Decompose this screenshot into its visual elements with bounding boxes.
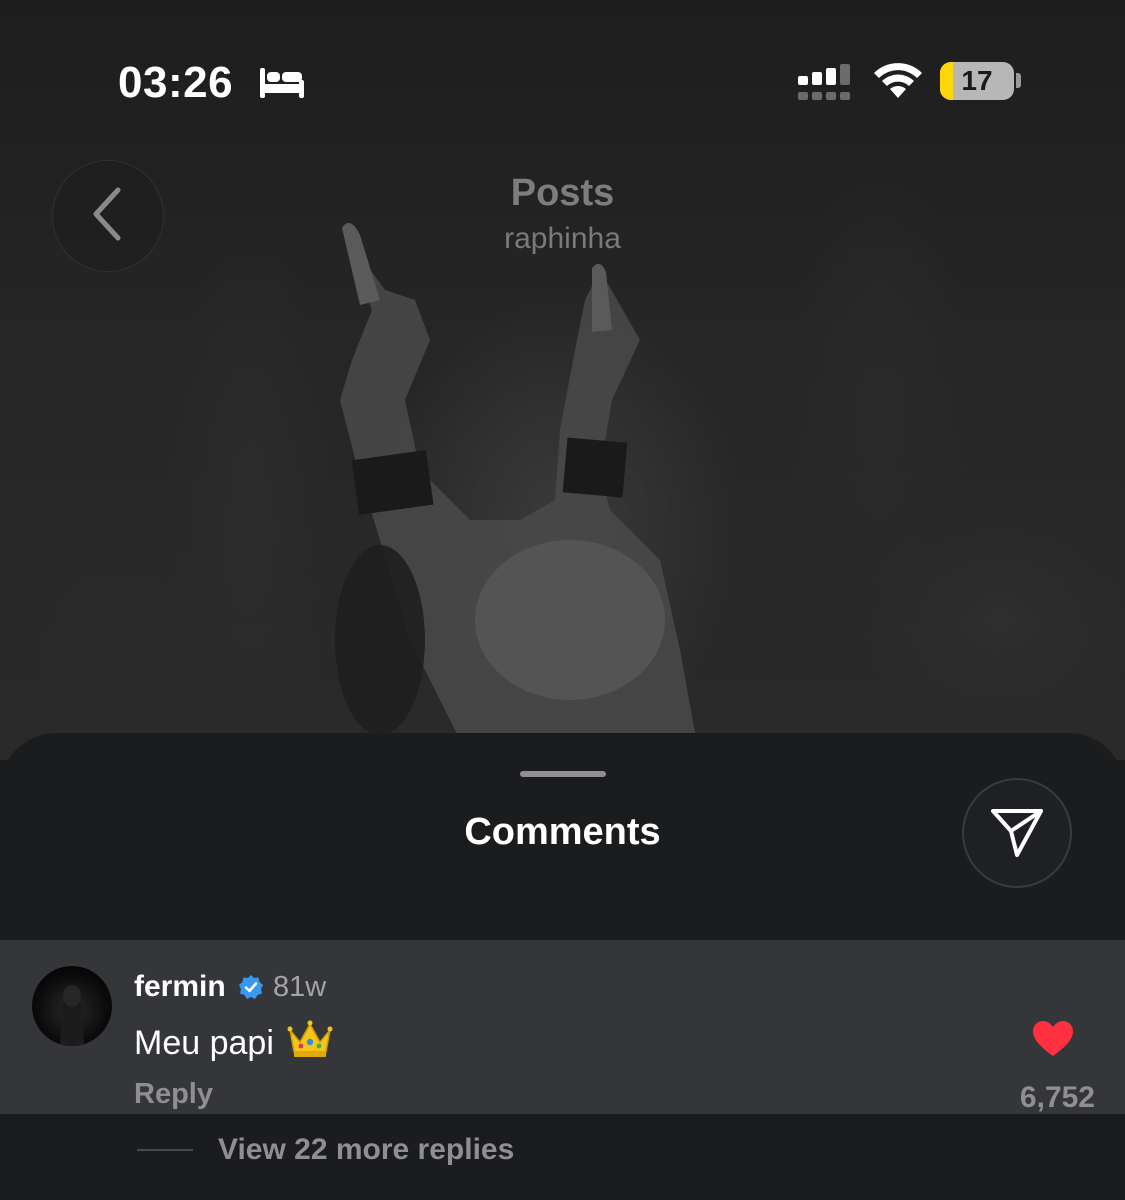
comment-username[interactable]: fermin	[134, 970, 226, 1004]
battery-level: 17	[961, 65, 993, 96]
avatar[interactable]	[32, 966, 112, 1046]
crown-icon	[287, 1020, 333, 1065]
heart-icon[interactable]	[1032, 1020, 1074, 1063]
comment-text: Meu papi	[134, 1024, 274, 1062]
sheet-grabber[interactable]	[520, 771, 606, 777]
status-time: 03:26	[118, 58, 234, 107]
view-more-replies-button[interactable]: View 22 more replies	[218, 1133, 514, 1167]
replies-divider	[137, 1149, 193, 1151]
wifi-icon	[872, 62, 924, 105]
cellular-signal-icon	[798, 64, 856, 107]
comments-sheet: Comments fermin 81w Meu papi Reply 6,752…	[0, 733, 1125, 1200]
share-button[interactable]	[962, 778, 1072, 888]
battery-icon: 17	[940, 62, 1014, 100]
celebrating-player-illustration	[335, 222, 700, 760]
comments-title: Comments	[464, 811, 661, 853]
verified-badge-icon	[238, 974, 264, 1005]
page-subtitle[interactable]: raphinha	[0, 222, 1125, 256]
send-paper-plane-icon	[987, 801, 1047, 866]
reply-button[interactable]: Reply	[134, 1078, 213, 1111]
comment-timestamp: 81w	[273, 971, 327, 1003]
like-count: 6,752	[1019, 1081, 1095, 1114]
comment-item[interactable]: fermin 81w Meu papi Reply 6,752	[0, 940, 1125, 1114]
battery-tip	[1016, 73, 1021, 88]
page-title: Posts	[510, 172, 615, 214]
bed-icon	[258, 64, 306, 105]
post-photo-background	[0, 0, 1125, 760]
